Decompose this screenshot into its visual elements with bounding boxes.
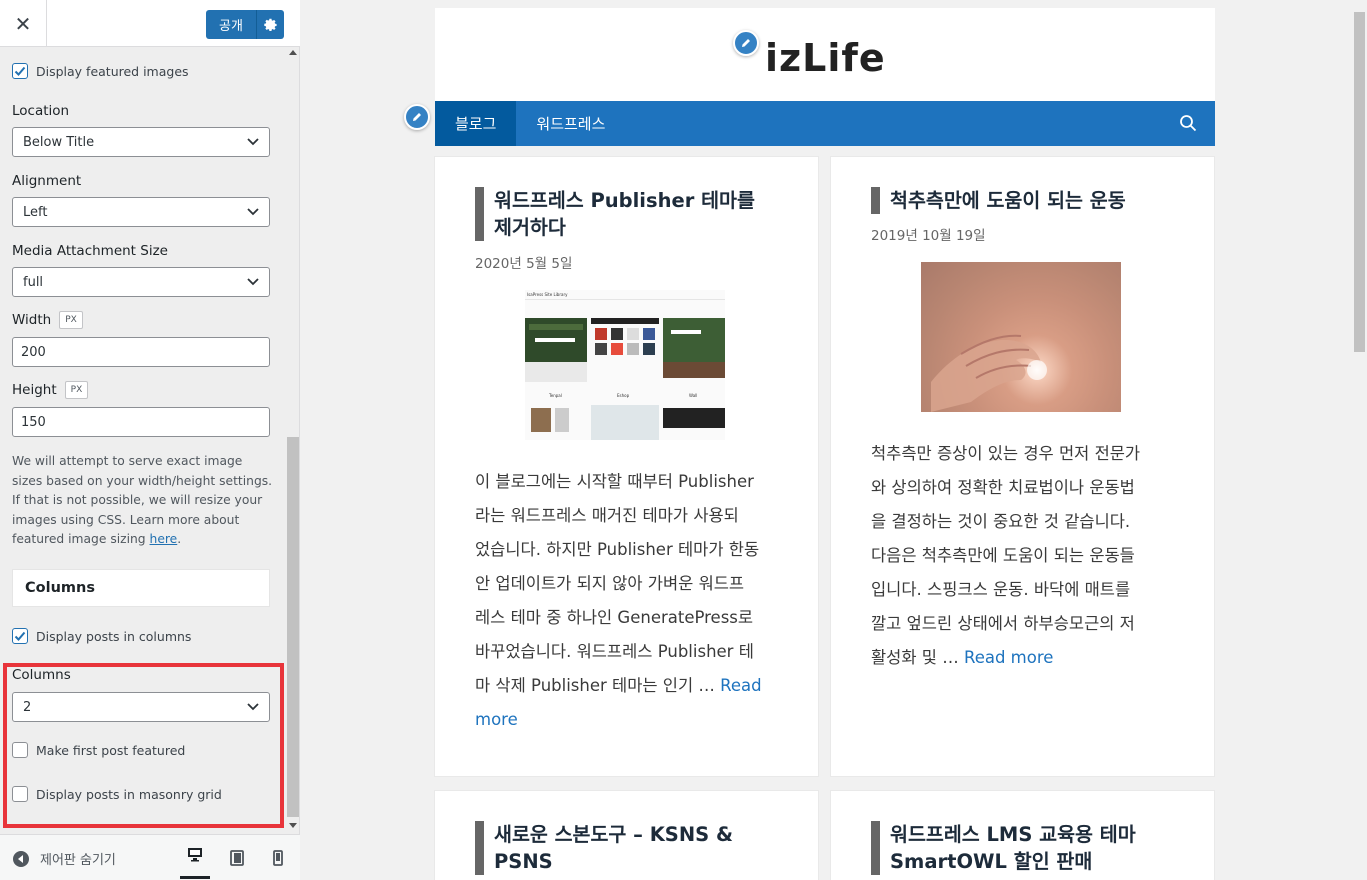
post-card: 워드프레스 Publisher 테마를 제거하다 2020년 5월 5일 Isa… <box>435 157 818 776</box>
read-more-link[interactable]: Read more <box>964 648 1053 667</box>
post-thumbnail[interactable] <box>921 262 1121 412</box>
preview-scroll-thumb[interactable] <box>1354 12 1365 352</box>
chevron-down-icon <box>247 278 259 286</box>
post-excerpt: 척추측만 증상이 있는 경우 먼저 전문가 와 상의하여 정확한 치료법이나 운… <box>871 444 1141 667</box>
display-posts-in-columns-checkbox[interactable] <box>12 628 28 644</box>
pencil-icon <box>413 113 421 121</box>
help-link[interactable]: here <box>150 532 178 546</box>
read-more-link[interactable]: more <box>475 710 518 729</box>
height-input[interactable]: 150 <box>12 407 270 437</box>
check-icon <box>14 66 26 76</box>
publish-settings-button[interactable] <box>257 18 284 32</box>
scroll-up-arrow-icon[interactable] <box>289 50 297 55</box>
alignment-select[interactable]: Left <box>12 197 270 227</box>
sidebar-scroll-thumb[interactable] <box>287 437 299 817</box>
location-select[interactable]: Below Title <box>12 127 270 157</box>
height-label: Height PX <box>12 381 89 399</box>
desktop-icon <box>188 848 202 862</box>
chevron-down-icon <box>247 138 259 146</box>
post-title[interactable]: 워드프레스 Publisher 테마를 제거하다 <box>475 187 755 241</box>
post-card: 새로운 스본도구 – KSNS & PSNS <box>435 791 818 880</box>
image-size-help-text: We will attempt to serve exact image siz… <box>12 454 273 546</box>
tablet-icon <box>230 850 244 866</box>
read-more-link[interactable]: Read <box>720 676 761 695</box>
hide-controls-label: 제어판 숨기기 <box>40 853 116 868</box>
media-size-select[interactable]: full <box>12 267 270 297</box>
collapse-arrow-icon <box>13 850 29 867</box>
display-posts-in-columns-option[interactable]: Display posts in columns <box>12 628 191 644</box>
display-posts-in-columns-label: Display posts in columns <box>36 628 192 644</box>
preview-tablet-button[interactable] <box>222 847 252 869</box>
customizer-footer: 제어판 숨기기 <box>0 834 300 880</box>
post-title[interactable]: 워드프레스 LMS 교육용 테마 SmartOWL 할인 판매 <box>871 821 1136 875</box>
close-icon: ✕ <box>14 11 32 36</box>
post-date[interactable]: 2019년 10월 19일 <box>871 224 986 244</box>
site-header: izLife <box>435 8 1215 101</box>
alignment-label: Alignment <box>12 173 82 189</box>
thumb-label-wall: Wall <box>689 393 697 398</box>
sidebar-scrollbar[interactable] <box>287 47 299 834</box>
site-preview: izLife 블로그 워드프레스 워드프레스 Publisher 테마를 제거하… <box>300 0 1352 880</box>
thumb-site-title: IsaPress Site Library <box>527 292 568 297</box>
customizer-sidebar: ✕ 공개 Display featured images Location Be… <box>0 0 300 880</box>
height-unit-badge[interactable]: PX <box>64 381 89 399</box>
edit-logo-shortcut[interactable] <box>733 30 759 56</box>
width-input[interactable]: 200 <box>12 337 270 367</box>
display-featured-images-option[interactable]: Display featured images <box>12 63 189 79</box>
post-thumbnail[interactable]: IsaPress Site Library Tenpal Eshop Wall <box>525 290 725 440</box>
customizer-controls: Display featured images Location Below T… <box>0 47 300 834</box>
thumb-label-tenpal: Tenpal <box>548 393 562 398</box>
columns-section-heading: Columns <box>12 569 270 607</box>
width-label: Width PX <box>12 311 83 329</box>
display-featured-images-checkbox[interactable] <box>12 63 28 79</box>
customizer-header: ✕ 공개 <box>0 0 300 47</box>
location-label: Location <box>12 103 70 119</box>
preview-scrollbar[interactable] <box>1352 0 1367 880</box>
display-featured-images-label: Display featured images <box>36 63 189 79</box>
highlight-box <box>3 663 284 828</box>
site-logo[interactable]: izLife <box>765 36 886 80</box>
hide-controls-button[interactable]: 제어판 숨기기 <box>12 849 116 868</box>
post-card: 워드프레스 LMS 교육용 테마 SmartOWL 할인 판매 <box>831 791 1214 880</box>
nav-search-button[interactable] <box>1179 114 1197 136</box>
edit-menu-shortcut[interactable] <box>404 104 430 130</box>
nav-item-blog[interactable]: 블로그 <box>435 101 517 146</box>
pencil-icon <box>742 39 750 47</box>
gear-icon <box>263 18 277 31</box>
post-date[interactable]: 2020년 5월 5일 <box>475 252 572 272</box>
post-title[interactable]: 새로운 스본도구 – KSNS & PSNS <box>475 821 733 875</box>
preview-desktop-button[interactable] <box>180 847 210 879</box>
thumb-label-eshop: Eshop <box>617 393 630 398</box>
publish-label: 공개 <box>219 19 243 34</box>
check-icon <box>14 631 26 641</box>
close-customizer-button[interactable]: ✕ <box>0 0 47 47</box>
media-size-label: Media Attachment Size <box>12 243 168 259</box>
back-pain-image <box>931 334 1047 412</box>
post-card: 척추측만에 도움이 되는 운동 2019년 10월 19일 척추측만 증상이 있… <box>831 157 1214 776</box>
search-icon <box>1180 115 1197 132</box>
post-title[interactable]: 척추측만에 도움이 되는 운동 <box>871 187 1126 214</box>
post-excerpt: 이 블로그에는 시작할 때부터 Publisher 라는 워드프레스 매거진 테… <box>475 472 762 729</box>
primary-navigation: 블로그 워드프레스 <box>435 101 1215 146</box>
publish-button[interactable]: 공개 <box>206 10 284 39</box>
website-collage-image: IsaPress Site Library Tenpal Eshop Wall <box>525 290 725 440</box>
mobile-icon <box>273 850 283 866</box>
width-unit-badge[interactable]: PX <box>59 311 83 329</box>
nav-item-wordpress[interactable]: 워드프레스 <box>516 101 625 146</box>
chevron-down-icon <box>247 208 259 216</box>
preview-mobile-button[interactable] <box>263 847 293 869</box>
scroll-down-arrow-icon[interactable] <box>289 823 297 828</box>
